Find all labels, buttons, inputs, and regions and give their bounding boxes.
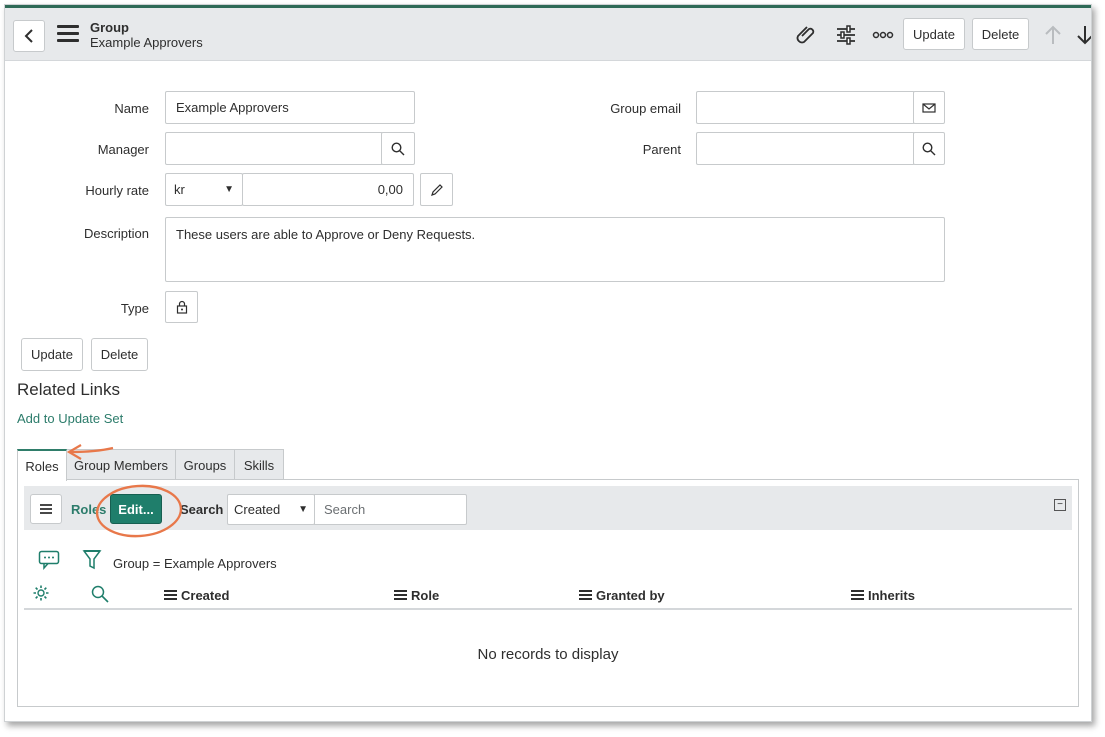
hamburger-icon: [40, 504, 52, 514]
manager-lookup-button[interactable]: [381, 132, 415, 165]
envelope-icon: [922, 102, 936, 113]
currency-value: kr: [174, 182, 185, 197]
dropdown-caret-icon: ▼: [298, 504, 308, 515]
update-button[interactable]: Update: [21, 338, 83, 371]
hourly-rate-label: Hourly rate: [85, 183, 149, 198]
lock-icon: [176, 300, 187, 314]
description-textarea[interactable]: These users are able to Approve or Deny …: [165, 217, 945, 282]
delete-button[interactable]: Delete: [91, 338, 148, 371]
form-header: Group Example Approvers Update Delete: [5, 8, 1091, 61]
more-options-icon[interactable]: [871, 23, 895, 47]
tab-roles[interactable]: Roles: [17, 449, 67, 481]
page-title: Group: [90, 20, 129, 35]
list-title[interactable]: Roles: [71, 502, 106, 517]
paperclip-icon[interactable]: [795, 23, 819, 47]
name-label: Name: [114, 101, 149, 116]
column-menu-icon: [851, 589, 864, 602]
list-column-headers: Created Role Granted by Inherits: [24, 580, 1072, 610]
column-menu-icon: [394, 589, 407, 602]
collapse-icon[interactable]: −: [1054, 499, 1066, 511]
group-email-label: Group email: [610, 101, 681, 116]
edit-button[interactable]: Edit...: [110, 494, 162, 524]
list-toolbar: Roles Edit... Search Created ▼ Search −: [24, 486, 1072, 530]
list-menu-button[interactable]: [30, 494, 62, 524]
empty-list-message: No records to display: [477, 646, 619, 663]
column-menu-icon: [579, 589, 592, 602]
roles-related-list: Roles Edit... Search Created ▼ Search − …: [17, 479, 1079, 707]
tab-skills[interactable]: Skills: [234, 449, 284, 480]
pencil-icon: [430, 183, 443, 196]
chevron-left-icon: [24, 29, 33, 43]
description-label: Description: [83, 226, 149, 241]
manager-input[interactable]: [165, 132, 383, 165]
hourly-rate-input[interactable]: 0,00: [242, 173, 414, 206]
manager-label: Manager: [97, 142, 149, 157]
group-email-input[interactable]: [696, 91, 915, 124]
type-label: Type: [120, 301, 149, 316]
search-field-select[interactable]: Created ▼: [227, 494, 315, 525]
column-label: Inherits: [868, 588, 915, 603]
column-menu-icon: [164, 589, 177, 602]
parent-input[interactable]: [696, 132, 915, 165]
type-lock-button[interactable]: [165, 291, 198, 323]
column-created[interactable]: Created: [164, 588, 229, 603]
column-label: Role: [411, 588, 440, 603]
search-icon: [391, 141, 405, 155]
search-field-value: Created: [234, 502, 281, 517]
gear-icon[interactable]: [32, 584, 50, 602]
search-icon[interactable]: [90, 584, 110, 604]
header-update-button[interactable]: Update: [903, 18, 965, 50]
edit-rate-button[interactable]: [420, 173, 453, 206]
column-role[interactable]: Role: [394, 588, 439, 603]
context-menu-icon[interactable]: [57, 25, 79, 43]
parent-lookup-button[interactable]: [913, 132, 945, 165]
parent-label: Parent: [642, 142, 681, 157]
header-delete-button[interactable]: Delete: [972, 18, 1029, 50]
column-inherits[interactable]: Inherits: [851, 588, 915, 603]
arrow-down-icon[interactable]: [1073, 23, 1092, 47]
column-label: Created: [181, 588, 230, 603]
column-granted-by[interactable]: Granted by: [579, 588, 665, 603]
arrow-up-icon[interactable]: [1041, 23, 1065, 47]
app-window: Group Example Approvers Update Delete Na…: [4, 4, 1092, 722]
back-button[interactable]: [13, 20, 45, 52]
send-email-button[interactable]: [913, 91, 945, 124]
filter-condition: Group = Example Approvers: [113, 556, 277, 571]
filter-breadcrumb-icon[interactable]: [38, 550, 60, 570]
add-to-update-set-link[interactable]: Add to Update Set: [17, 411, 123, 426]
column-label: Granted by: [596, 588, 665, 603]
search-icon: [922, 141, 936, 155]
funnel-icon[interactable]: [82, 549, 102, 571]
name-input[interactable]: Example Approvers: [165, 91, 415, 124]
page-subtitle: Example Approvers: [90, 35, 203, 50]
tab-group-members[interactable]: Group Members: [66, 449, 176, 480]
search-label: Search: [180, 502, 224, 517]
search-input[interactable]: Search: [314, 494, 467, 525]
dropdown-caret-icon: ▼: [224, 184, 234, 195]
settings-sliders-icon[interactable]: [834, 23, 858, 47]
tab-groups[interactable]: Groups: [175, 449, 235, 480]
related-links-title: Related Links: [17, 380, 121, 399]
currency-select[interactable]: kr ▼: [165, 173, 243, 206]
